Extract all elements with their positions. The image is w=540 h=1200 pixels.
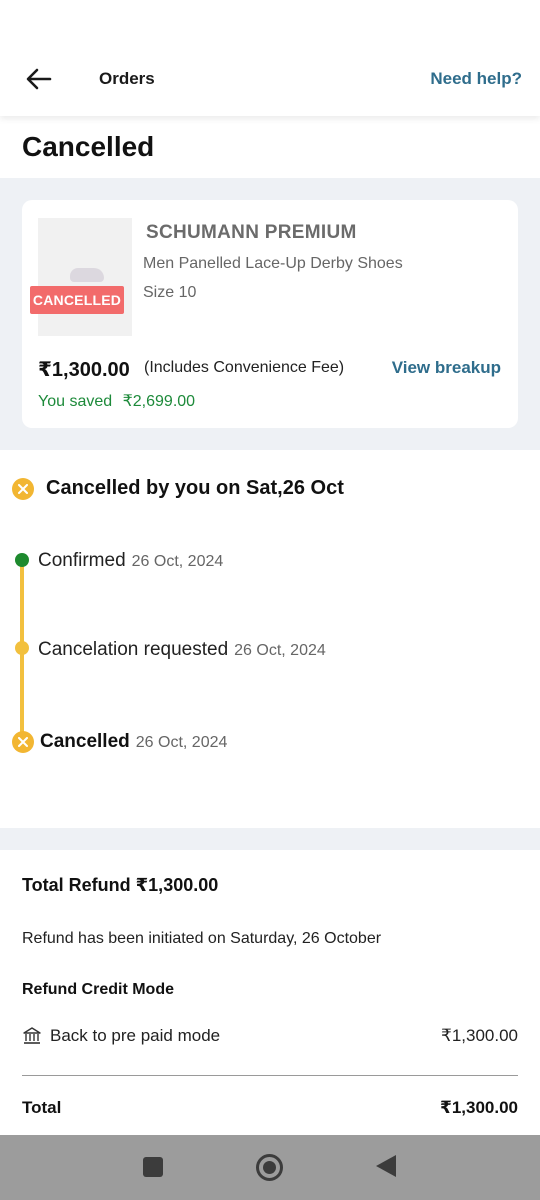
bank-icon (23, 1027, 41, 1044)
timeline-date: 26 Oct, 2024 (131, 553, 224, 570)
need-help-link[interactable]: Need help? (430, 69, 522, 89)
system-nav-bar (0, 1135, 540, 1200)
nav-home-icon[interactable] (256, 1154, 283, 1181)
refund-title: Total Refund ₹1,300.00 (22, 875, 219, 895)
section-divider (0, 828, 540, 850)
back-arrow-icon (26, 68, 52, 90)
timeline-dot-requested (15, 641, 29, 655)
timeline-item: Cancelation requested 26 Oct, 2024 (38, 639, 326, 661)
status-header: Cancelled by you on Sat,26 Oct (12, 477, 344, 500)
view-breakup-link[interactable]: View breakup (392, 358, 501, 378)
product-card[interactable]: CANCELLED SCHUMANN PREMIUM Men Panelled … (22, 200, 518, 428)
timeline-label: Cancelation requested (38, 639, 229, 660)
cancel-x-icon (12, 477, 34, 500)
refund-mode-amount: ₹1,300.00 (441, 1026, 518, 1045)
app-header: Orders Need help? (0, 0, 540, 116)
product-brand: SCHUMANN PREMIUM (146, 222, 357, 243)
saved-label: You saved (38, 393, 113, 410)
price-note: (Includes Convenience Fee) (144, 359, 345, 376)
cancelled-badge: CANCELLED (30, 286, 124, 314)
page-title: Cancelled (22, 131, 155, 162)
status-title: Cancelled by you on Sat,26 Oct (46, 477, 344, 499)
timeline-date: 26 Oct, 2024 (234, 642, 326, 659)
timeline-label: Confirmed (38, 550, 126, 571)
total-amount: ₹1,300.00 (439, 1098, 518, 1117)
nav-recents-icon[interactable] (143, 1157, 163, 1177)
timeline-item: Confirmed 26 Oct, 2024 (38, 550, 223, 572)
product-image[interactable] (38, 218, 132, 336)
total-label: Total (22, 1098, 62, 1117)
timeline-label: Cancelled (40, 731, 130, 752)
shoe-image-placeholder (70, 268, 104, 282)
refund-mode-heading: Refund Credit Mode (22, 981, 174, 998)
refund-mode-label: Back to pre paid mode (50, 1026, 221, 1045)
nav-back-icon[interactable] (376, 1155, 396, 1177)
refund-mode-row: Back to pre paid mode ₹1,300.00 (22, 1026, 518, 1046)
timeline-dot-confirmed (15, 553, 29, 567)
product-size: Size 10 (143, 284, 197, 301)
timeline-item: Cancelled 26 Oct, 2024 (40, 731, 227, 753)
refund-note: Refund has been initiated on Saturday, 2… (22, 930, 382, 947)
product-name: Men Panelled Lace-Up Derby Shoes (143, 255, 403, 272)
total-row: Total ₹1,300.00 (22, 1098, 518, 1118)
product-price: ₹1,300.00 (38, 359, 130, 381)
timeline-date: 26 Oct, 2024 (135, 734, 228, 751)
back-button[interactable] (22, 62, 56, 96)
savings-text: You saved ₹2,699.00 (38, 391, 195, 411)
saved-amount: ₹2,699.00 (122, 393, 196, 410)
timeline-cancel-x-icon (12, 731, 34, 753)
header-title: Orders (99, 69, 155, 88)
divider (22, 1075, 518, 1076)
